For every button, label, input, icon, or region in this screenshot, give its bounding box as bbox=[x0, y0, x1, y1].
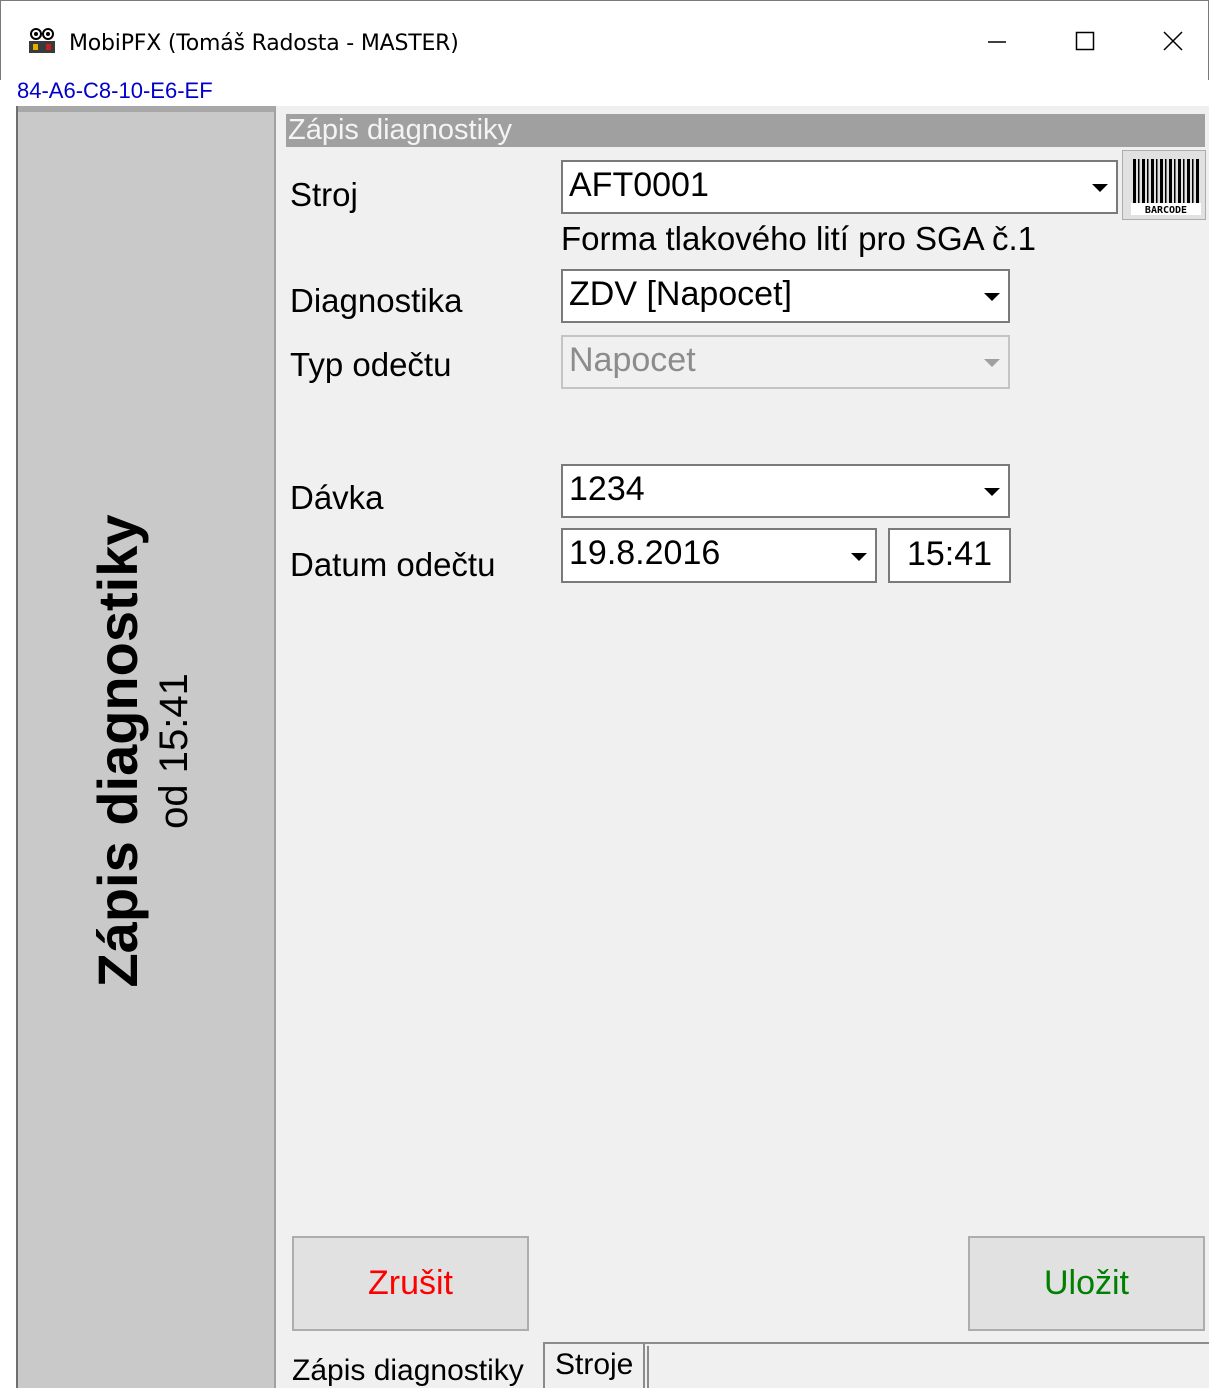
side-panel-title: Zápis diagnostiky bbox=[86, 514, 149, 988]
app-icon bbox=[27, 27, 57, 55]
typ-odectu-label: Typ odečtu bbox=[290, 346, 452, 383]
save-button-label: Uložit bbox=[1043, 1264, 1130, 1302]
cancel-button-label: Zrušit bbox=[368, 1264, 453, 1302]
close-icon bbox=[1163, 31, 1183, 51]
time-input[interactable]: 15:41 bbox=[888, 528, 1011, 583]
side-panel-subtitle: od 15:41 bbox=[152, 673, 196, 829]
davka-label: Dávka bbox=[290, 479, 384, 516]
stroj-select[interactable]: AFT0001 bbox=[561, 160, 1118, 214]
save-button[interactable]: Uložit bbox=[968, 1236, 1205, 1331]
date-picker[interactable]: 19.8.2016 bbox=[561, 528, 877, 583]
tab-strip-rest bbox=[647, 1346, 1209, 1388]
typ-odectu-value: Napocet bbox=[569, 341, 696, 379]
barcode-icon: BARCODE bbox=[1131, 159, 1201, 216]
side-panel: Zápis diagnostiky od 15:41 bbox=[18, 106, 276, 1388]
date-value: 19.8.2016 bbox=[569, 534, 721, 572]
section-header: Zápis diagnostiky bbox=[286, 114, 1205, 147]
minimize-icon bbox=[988, 41, 1006, 43]
stroj-value: AFT0001 bbox=[569, 166, 709, 204]
window-title: MobiPFX (Tomáš Radosta - MASTER) bbox=[69, 31, 459, 56]
close-button[interactable] bbox=[1143, 19, 1203, 63]
chevron-down-icon[interactable] bbox=[1092, 184, 1108, 192]
mac-address-label: 84-A6-C8-10-E6-EF bbox=[17, 78, 213, 103]
maximize-button[interactable] bbox=[1055, 19, 1115, 63]
side-panel-text: Zápis diagnostiky od 15:41 bbox=[85, 515, 197, 988]
barcode-text: BARCODE bbox=[1145, 205, 1187, 216]
davka-select[interactable]: 1234 bbox=[561, 464, 1010, 518]
diagnostika-label: Diagnostika bbox=[290, 282, 463, 319]
window-body: Zápis diagnostiky od 15:41 Zápis diagnos… bbox=[16, 106, 1209, 1388]
cancel-button[interactable]: Zrušit bbox=[292, 1236, 529, 1331]
typ-odectu-select: Napocet bbox=[561, 335, 1010, 389]
chevron-down-icon[interactable] bbox=[984, 293, 1000, 301]
barcode-scan-button[interactable]: BARCODE bbox=[1122, 150, 1206, 220]
chevron-down-icon[interactable] bbox=[851, 552, 867, 561]
stroj-label: Stroj bbox=[290, 176, 358, 213]
minimize-button[interactable] bbox=[967, 19, 1027, 63]
datum-odectu-label: Datum odečtu bbox=[290, 546, 496, 583]
stroj-description: Forma tlakového lití pro SGA č.1 bbox=[561, 220, 1037, 257]
diagnostika-value: ZDV [Napocet] bbox=[569, 275, 792, 313]
diagnostika-select[interactable]: ZDV [Napocet] bbox=[561, 269, 1010, 323]
tab-stroje[interactable]: Stroje bbox=[543, 1342, 646, 1388]
chevron-down-icon[interactable] bbox=[984, 488, 1000, 496]
davka-value: 1234 bbox=[569, 470, 645, 508]
maximize-icon bbox=[1075, 31, 1095, 51]
chevron-down-icon bbox=[984, 359, 1000, 367]
title-bar: MobiPFX (Tomáš Radosta - MASTER) 84-A6-C… bbox=[0, 0, 1209, 103]
tab-zapis-diagnostiky[interactable]: Zápis diagnostiky bbox=[288, 1350, 528, 1388]
